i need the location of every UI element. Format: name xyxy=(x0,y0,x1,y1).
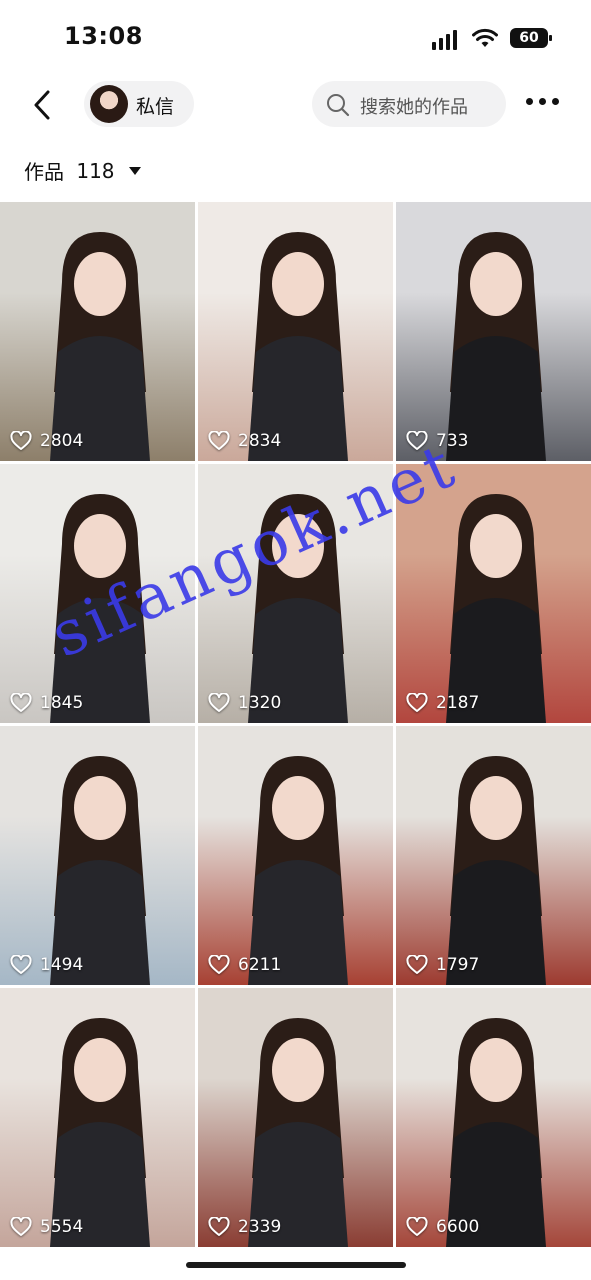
heart-icon xyxy=(10,431,32,450)
like-count: 1320 xyxy=(208,693,281,713)
work-tile[interactable]: 733 xyxy=(396,202,591,461)
like-count-value: 1845 xyxy=(40,693,84,713)
like-count-value: 733 xyxy=(436,431,469,451)
like-count-value: 5554 xyxy=(40,1217,84,1237)
back-arrow-icon[interactable] xyxy=(28,88,58,122)
person-figure xyxy=(50,756,150,985)
person-figure xyxy=(446,756,546,985)
heart-icon xyxy=(208,431,230,450)
person-figure xyxy=(248,494,348,723)
search-icon xyxy=(327,94,350,117)
works-filter-dropdown[interactable]: 作品 118 xyxy=(24,156,141,186)
like-count: 2339 xyxy=(208,1217,281,1237)
heart-icon xyxy=(406,955,428,974)
like-count: 5554 xyxy=(10,1217,83,1237)
heart-icon xyxy=(10,1217,32,1236)
person-figure xyxy=(248,232,348,461)
heart-icon xyxy=(406,1217,428,1236)
status-bar: 13:08 60 xyxy=(0,0,591,78)
like-count-value: 2339 xyxy=(238,1217,282,1237)
avatar xyxy=(90,85,128,123)
work-tile[interactable]: 6211 xyxy=(198,726,393,985)
profile-header: 私信 搜索她的作品 xyxy=(0,78,591,138)
wifi-icon xyxy=(472,28,498,47)
like-count: 6600 xyxy=(406,1217,479,1237)
direct-message-button[interactable]: 私信 xyxy=(84,81,194,127)
like-count-value: 2834 xyxy=(238,431,282,451)
work-tile[interactable]: 1797 xyxy=(396,726,591,985)
work-tile[interactable]: 1845 xyxy=(0,464,195,723)
work-tile[interactable]: 2339 xyxy=(198,988,393,1247)
work-tile[interactable]: 2804 xyxy=(0,202,195,461)
search-placeholder: 搜索她的作品 xyxy=(360,97,468,118)
like-count-value: 6211 xyxy=(238,955,282,975)
work-tile[interactable]: 2834 xyxy=(198,202,393,461)
like-count-value: 1494 xyxy=(40,955,84,975)
person-figure xyxy=(446,494,546,723)
like-count: 6211 xyxy=(208,955,281,975)
heart-icon xyxy=(406,431,428,450)
person-figure xyxy=(248,756,348,985)
heart-icon xyxy=(406,693,428,712)
person-figure xyxy=(50,494,150,723)
like-count: 2804 xyxy=(10,431,83,451)
signal-icon xyxy=(432,30,462,50)
like-count-value: 1797 xyxy=(436,955,480,975)
battery-indicator: 60 xyxy=(510,28,552,48)
more-options-icon[interactable] xyxy=(526,98,562,108)
like-count: 2834 xyxy=(208,431,281,451)
person-figure xyxy=(446,1018,546,1247)
like-count-value: 2187 xyxy=(436,693,480,713)
like-count-value: 2804 xyxy=(40,431,84,451)
like-count: 1845 xyxy=(10,693,83,713)
home-indicator[interactable] xyxy=(186,1262,406,1268)
heart-icon xyxy=(208,1217,230,1236)
heart-icon xyxy=(208,693,230,712)
like-count: 1797 xyxy=(406,955,479,975)
heart-icon xyxy=(10,693,32,712)
work-tile[interactable]: 1494 xyxy=(0,726,195,985)
like-count: 2187 xyxy=(406,693,479,713)
like-count: 1494 xyxy=(10,955,83,975)
works-count: 118 xyxy=(76,158,115,183)
heart-icon xyxy=(208,955,230,974)
like-count-value: 6600 xyxy=(436,1217,480,1237)
person-figure xyxy=(248,1018,348,1247)
like-count: 733 xyxy=(406,431,468,451)
work-tile[interactable]: 6600 xyxy=(396,988,591,1247)
direct-message-label: 私信 xyxy=(136,96,175,118)
work-tile[interactable]: 5554 xyxy=(0,988,195,1247)
work-tile[interactable]: 1320 xyxy=(198,464,393,723)
caret-down-icon xyxy=(128,166,141,175)
like-count-value: 1320 xyxy=(238,693,282,713)
work-tile[interactable]: 2187 xyxy=(396,464,591,723)
person-figure xyxy=(50,232,150,461)
person-figure xyxy=(446,232,546,461)
search-works-input[interactable]: 搜索她的作品 xyxy=(312,81,506,127)
works-label: 作品 xyxy=(24,160,64,184)
status-time: 13:08 xyxy=(64,22,143,50)
person-figure xyxy=(50,1018,150,1247)
heart-icon xyxy=(10,955,32,974)
